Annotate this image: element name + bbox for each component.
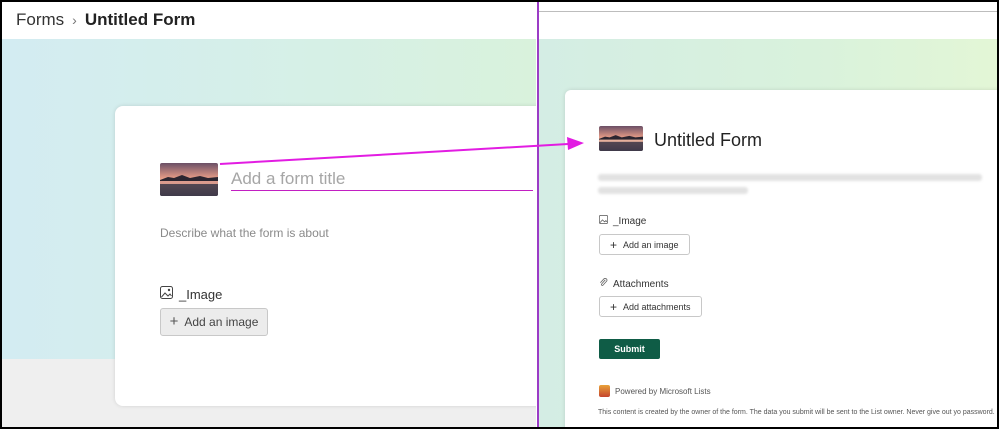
screenshot-frame: Forms › Untitled Form Add a form title D… xyxy=(0,0,999,429)
annotation-arrow xyxy=(219,137,584,165)
